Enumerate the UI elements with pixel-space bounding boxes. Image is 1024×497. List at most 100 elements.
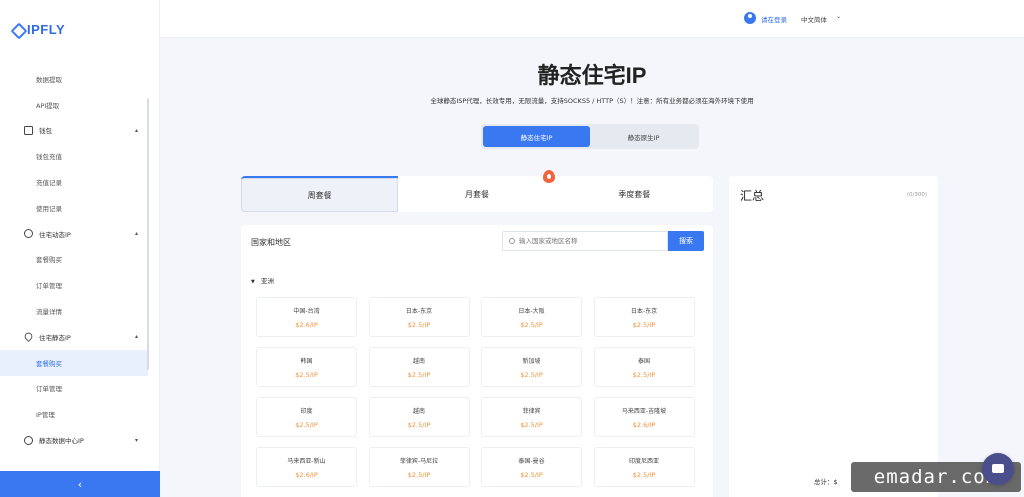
region-name: 泰国-曼谷 xyxy=(518,457,545,465)
sidebar-item-label: 静态数据中心IP xyxy=(39,437,84,446)
region-card[interactable]: 越南 $2.5/IP xyxy=(368,347,470,387)
sidebar-item[interactable]: 钱包充值 xyxy=(0,143,148,169)
region-price: $2.5/IP xyxy=(520,470,543,479)
chat-support-button[interactable] xyxy=(982,453,1014,485)
tab-monthly-plan[interactable]: 月套餐 xyxy=(398,176,555,212)
sidebar-item-label: 钱包充值 xyxy=(36,153,62,162)
sidebar-item-label: 订单管理 xyxy=(36,282,62,291)
region-price: $2.6/IP xyxy=(295,320,318,329)
region-card[interactable]: 中国-台湾 $2.6/IP xyxy=(256,297,357,337)
region-name: 印度尼西亚 xyxy=(628,457,659,465)
region-card[interactable]: 马来西亚-新山 $2.6/IP xyxy=(256,447,357,487)
sidebar-item[interactable]: 流量详情 xyxy=(0,298,148,324)
sidebar-item[interactable]: API提取 xyxy=(0,92,148,118)
location-pin-icon xyxy=(23,331,34,343)
tab-weekly-plan[interactable]: 周套餐 xyxy=(241,176,399,212)
hot-flame-icon xyxy=(543,170,555,183)
chevron-down-icon[interactable]: ⌄ xyxy=(836,13,841,20)
region-card[interactable]: 泰国-曼谷 $2.5/IP xyxy=(481,447,582,487)
datacenter-globe-icon xyxy=(24,435,33,445)
page-title: 静态住宅IP xyxy=(537,63,647,88)
sidebar-item[interactable]: 订单管理 xyxy=(0,272,148,298)
sidebar-item-label: 住宅静态IP xyxy=(39,333,71,342)
region-card[interactable]: 印度 $2.5/IP xyxy=(256,397,357,437)
region-name: 马来西亚-新山 xyxy=(287,457,326,465)
sidebar-item[interactable]: 充值记录 xyxy=(0,169,148,195)
sidebar-item-label: 钱包 xyxy=(39,127,52,136)
sidebar-item-label: 订单管理 xyxy=(36,385,62,394)
region-name: 印度 xyxy=(300,407,313,415)
tab-quarterly-plan[interactable]: 季度套餐 xyxy=(556,176,713,212)
search-icon xyxy=(509,238,515,244)
sidebar-item[interactable]: 订单管理 xyxy=(0,376,148,402)
region-price: $2.5/IP xyxy=(407,370,431,379)
logo-text: IPFLY xyxy=(27,22,66,37)
logo[interactable]: IPFLY xyxy=(12,22,65,37)
continent-header-asia[interactable]: ▼ 亚洲 xyxy=(251,275,274,285)
region-price: $2.5/IP xyxy=(295,370,318,379)
regions-panel: 国家和地区 搜索 ▼亚洲 中国-台湾$2.6/IP日本-东京$2.5/IP日本-… xyxy=(241,225,713,497)
chevron-left-icon: ‹ xyxy=(77,477,83,491)
sidebar-group[interactable]: 住宅静态IP ▴ xyxy=(0,324,148,350)
sidebar-item-label: 充值记录 xyxy=(36,179,62,188)
region-name: 日本-东京 xyxy=(405,307,433,315)
sidebar-item-label: 数据提取 xyxy=(36,75,62,84)
sidebar-item[interactable]: IP管理 xyxy=(0,401,148,427)
region-name: 日本-东京 xyxy=(630,307,658,315)
region-price: $2.5/IP xyxy=(520,420,543,429)
logo-icon xyxy=(12,24,23,35)
region-price: $2.5/IP xyxy=(632,320,656,329)
region-price: $2.5/IP xyxy=(295,420,318,429)
sidebar-item-label: 住宅动态IP xyxy=(39,230,71,239)
caret-down-icon: ▼ xyxy=(251,279,255,285)
region-price: $2.6/IP xyxy=(295,470,318,479)
summary-title: 汇总 xyxy=(740,189,765,203)
region-card[interactable]: 日本-东京 $2.5/IP xyxy=(593,297,695,337)
sidebar-item[interactable]: 套餐购买 xyxy=(0,247,148,273)
sidebar-group[interactable]: 静态数据中心IP ▾ xyxy=(0,427,148,453)
chevron-up-icon: ▴ xyxy=(134,126,138,134)
login-link[interactable]: 请在登录 xyxy=(761,14,787,24)
language-selector[interactable]: 中文简体 xyxy=(801,14,827,24)
sidebar-group[interactable]: 住宅动态IP ▴ xyxy=(0,221,148,247)
region-price: $2.5/IP xyxy=(520,320,543,329)
collapse-sidebar-button[interactable]: ‹ xyxy=(0,471,160,497)
sidebar-group[interactable]: 钱包 ▴ xyxy=(0,118,148,144)
summary-panel: 汇总 (0/300) xyxy=(729,176,938,497)
region-name: 日本-大阪 xyxy=(518,307,545,315)
sidebar: IPFLY 数据提取 API提取 钱包 ▴ 钱包充值 充值记录 使用记录 住宅动态IP ▴ 套餐购… xyxy=(0,0,160,497)
region-price: $2.5/IP xyxy=(407,320,431,329)
region-name: 越南 xyxy=(412,357,425,365)
tab-static-native-ip[interactable]: 静态原生IP xyxy=(590,126,697,147)
region-search-input[interactable] xyxy=(519,237,659,245)
region-price: $2.5/IP xyxy=(520,370,543,379)
region-card[interactable]: 印度尼西亚 $2.5/IP xyxy=(593,447,695,487)
region-card[interactable]: 新加坡 $2.5/IP xyxy=(481,347,582,387)
sidebar-item[interactable]: 套餐购买 xyxy=(0,349,148,376)
sidebar-scrollbar[interactable] xyxy=(147,98,149,370)
page-subtitle: 全球静态ISP代理，长效专用，无限流量，支持SOCKS5 / HTTP（S）！注… xyxy=(430,97,754,105)
wallet-icon xyxy=(24,125,33,135)
region-card[interactable]: 日本-东京 $2.5/IP xyxy=(368,297,470,337)
user-icon[interactable] xyxy=(744,12,756,24)
sidebar-item[interactable]: 使用记录 xyxy=(0,195,148,221)
region-name: 新加坡 xyxy=(522,357,541,365)
region-card[interactable]: 菲律宾 $2.5/IP xyxy=(481,397,582,437)
region-card[interactable]: 马来西亚-吉隆坡 $2.6/IP xyxy=(593,397,695,437)
region-search xyxy=(502,231,668,251)
region-card[interactable]: 日本-大阪 $2.5/IP xyxy=(481,297,582,337)
sidebar-item-label: 套餐购买 xyxy=(36,256,62,265)
chevron-up-icon: ▴ xyxy=(134,333,138,341)
search-button[interactable]: 搜索 xyxy=(668,231,704,251)
region-name: 马来西亚-吉隆坡 xyxy=(621,407,667,415)
sidebar-item[interactable]: 数据提取 xyxy=(0,66,148,92)
product-type-switch: 静态住宅IP 静态原生IP xyxy=(481,124,699,149)
region-card[interactable]: 韩国 $2.5/IP xyxy=(256,347,357,387)
region-card[interactable]: 泰国 $2.5/IP xyxy=(593,347,695,387)
region-name: 越南 xyxy=(412,407,425,415)
tab-static-residential-ip[interactable]: 静态住宅IP xyxy=(483,126,590,147)
region-name: 菲律宾 xyxy=(522,407,541,415)
region-card[interactable]: 菲律宾-马尼拉 $2.5/IP xyxy=(368,447,470,487)
region-card[interactable]: 越南 $2.5/IP xyxy=(368,397,470,437)
region-price: $2.5/IP xyxy=(407,470,431,479)
